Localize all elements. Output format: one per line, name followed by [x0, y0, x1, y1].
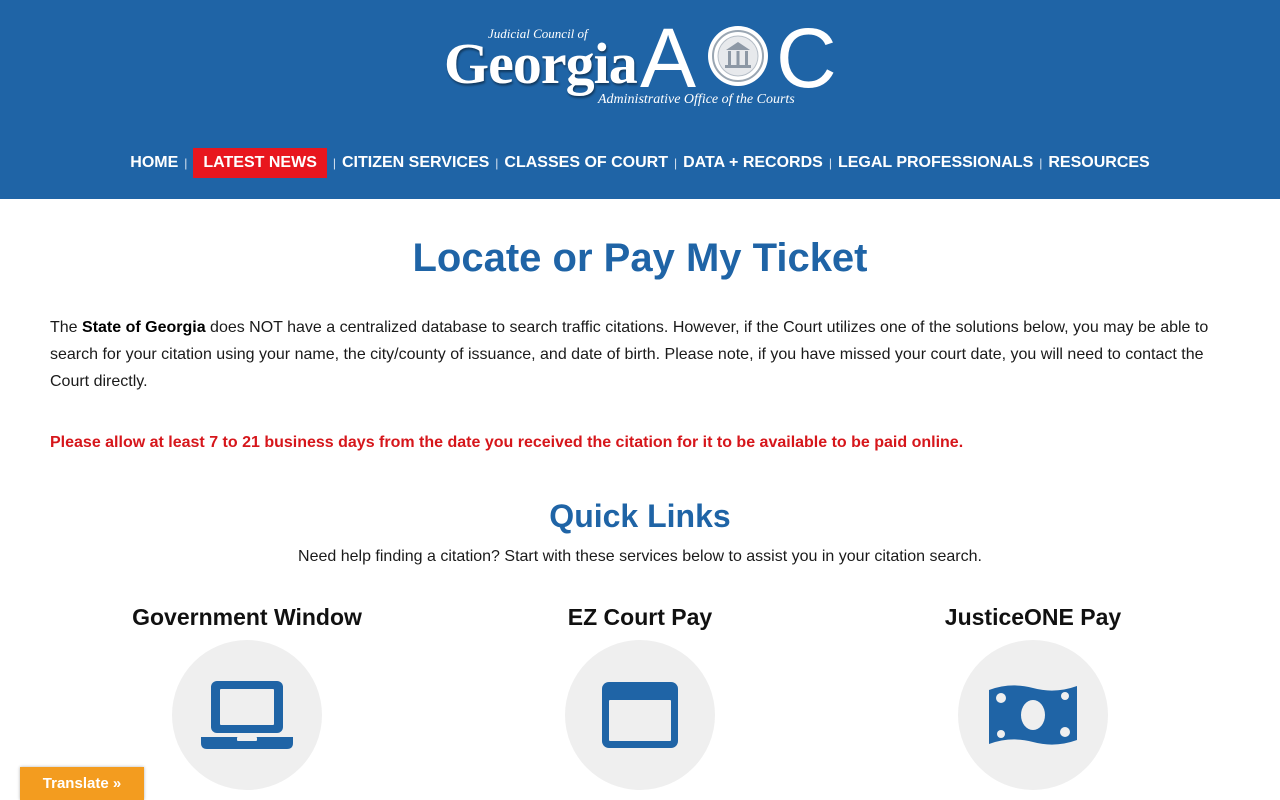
nav-separator: | — [184, 156, 188, 170]
main-nav: HOME | LATEST NEWS | CITIZEN SERVICES | … — [0, 148, 1280, 178]
intro-prefix: The — [50, 319, 83, 336]
intro-bold-state: State of Georgia — [82, 319, 206, 336]
card-justiceone-pay: JusticeONE Pay — [883, 602, 1183, 790]
browser-window-icon — [602, 682, 678, 748]
intro-paragraph: The State of Georgia does NOT have a cen… — [50, 314, 1240, 395]
georgia-seal-icon — [708, 26, 768, 86]
quick-links-title: Quick Links — [549, 498, 731, 534]
nav-citizen-services[interactable]: CITIZEN SERVICES — [338, 149, 493, 177]
nav-separator: | — [1039, 156, 1043, 170]
laptop-icon — [201, 681, 293, 749]
card-title[interactable]: EZ Court Pay — [490, 602, 790, 632]
nav-legal-professionals[interactable]: LEGAL PROFESSIONALS — [834, 149, 1037, 177]
site-header: Judicial Council of Georgia A C Administ… — [0, 0, 1280, 199]
translate-button[interactable]: Translate » — [20, 767, 144, 800]
quick-links-subtitle: Need help finding a citation? Start with… — [298, 548, 982, 565]
money-bill-icon — [989, 685, 1077, 745]
card-ez-court-pay: EZ Court Pay — [490, 602, 790, 790]
logo-aoc-a: A — [640, 11, 697, 105]
card-government-window: Government Window — [97, 602, 397, 790]
nav-data-records[interactable]: DATA + RECORDS — [679, 149, 827, 177]
ez-court-pay-link[interactable] — [565, 640, 715, 790]
card-title[interactable]: JusticeONE Pay — [883, 602, 1183, 632]
justiceone-pay-link[interactable] — [958, 640, 1108, 790]
payment-delay-notice: Please allow at least 7 to 21 business d… — [50, 434, 964, 451]
card-title[interactable]: Government Window — [97, 602, 397, 632]
nav-separator: | — [673, 156, 678, 170]
logo-aoc-c: C — [776, 11, 837, 105]
nav-separator: | — [495, 156, 499, 170]
logo-main-text: Georgia — [444, 31, 638, 96]
nav-home[interactable]: HOME — [126, 149, 182, 177]
nav-separator: | — [332, 156, 336, 170]
nav-separator: | — [828, 156, 832, 170]
government-window-link[interactable] — [172, 640, 322, 790]
logo-subtitle: Administrative Office of the Courts — [598, 92, 795, 107]
nav-resources[interactable]: RESOURCES — [1044, 149, 1153, 177]
page-title: Locate or Pay My Ticket — [412, 236, 868, 280]
intro-rest: does NOT have a centralized database to … — [50, 319, 1209, 390]
georgia-aoc-logo[interactable]: Judicial Council of Georgia A C Administ… — [444, 11, 844, 114]
nav-classes-of-court[interactable]: CLASSES OF COURT — [500, 149, 672, 177]
nav-latest-news[interactable]: LATEST NEWS — [193, 148, 327, 178]
